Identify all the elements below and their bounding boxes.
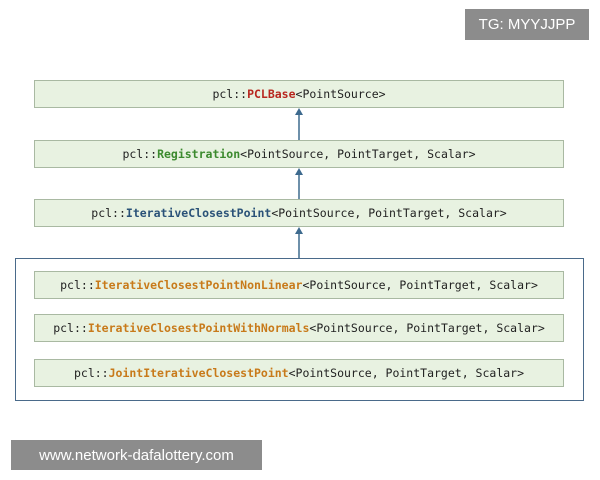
class-name: IterativeClosestPointNonLinear <box>94 278 303 292</box>
class-name: IterativeClosestPointWithNormals <box>87 321 310 335</box>
class-name: JointIterativeClosestPoint <box>108 366 289 380</box>
arrow-icp-to-registration <box>295 168 303 199</box>
class-box-registration: pcl:: Registration <PointSource, PointTarg… <box>34 140 564 168</box>
class-box-icp-with-normals: pcl:: IterativeClosestPointWithNormals <Po… <box>34 314 564 342</box>
class-box-joint-icp: pcl:: JointIterativeClosestPoint <PointSou… <box>34 359 564 387</box>
namespace-label: pcl:: <box>91 206 126 220</box>
class-name: PCLBase <box>247 87 296 101</box>
watermark-bottom: www.network-dafalottery.com <box>11 440 262 470</box>
template-params: <PointSource, PointTarget, Scalar> <box>302 278 538 292</box>
template-params: <PointSource, PointTarget, Scalar> <box>309 321 545 335</box>
template-params: <PointSource, PointTarget, Scalar> <box>240 147 476 161</box>
namespace-label: pcl:: <box>60 278 95 292</box>
class-box-icp: pcl:: IterativeClosestPoint <PointSource, … <box>34 199 564 227</box>
class-box-icp-nonlinear: pcl:: IterativeClosestPointNonLinear <Poin… <box>34 271 564 299</box>
class-name: Registration <box>157 147 241 161</box>
template-params: <PointSource> <box>295 87 386 101</box>
namespace-label: pcl:: <box>73 366 109 380</box>
watermark-top: TG: MYYJJPP <box>465 9 589 40</box>
class-name: IterativeClosestPoint <box>125 206 272 220</box>
namespace-label: pcl:: <box>122 147 158 161</box>
namespace-label: pcl:: <box>212 87 248 101</box>
template-params: <PointSource, PointTarget, Scalar> <box>288 366 525 380</box>
arrow-group-to-icp <box>295 227 303 258</box>
template-params: <PointSource, PointTarget, Scalar> <box>271 206 507 220</box>
class-box-pclbase: pcl:: PCLBase <PointSource> <box>34 80 564 108</box>
inheritance-arrows <box>295 108 303 258</box>
namespace-label: pcl:: <box>53 321 88 335</box>
arrow-registration-to-pclbase <box>295 108 303 140</box>
